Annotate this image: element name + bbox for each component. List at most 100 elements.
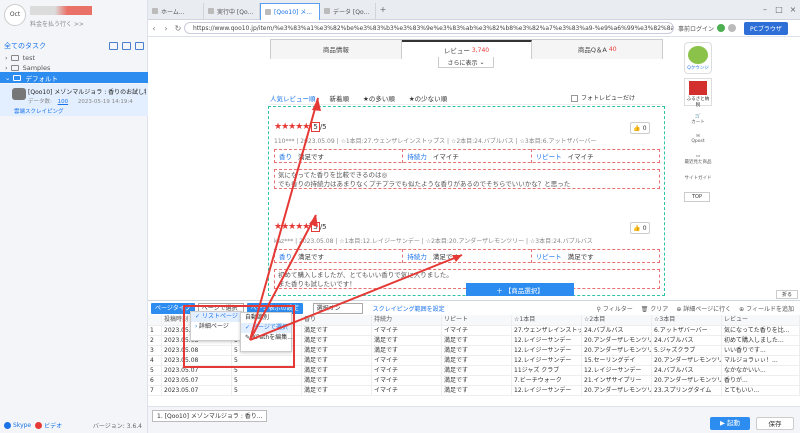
clear-button[interactable]: 🗑 クリア bbox=[641, 304, 669, 313]
tree-label: デフォルト bbox=[25, 74, 58, 83]
save-button[interactable]: 保存 bbox=[756, 417, 794, 430]
column-header[interactable] bbox=[148, 315, 162, 325]
add-task-icon[interactable] bbox=[122, 42, 131, 50]
browser-tab-bar: ホーム... 実行中 [Qo... [Qoo10] メ... データ [Qo..… bbox=[148, 0, 800, 20]
close-icon[interactable]: × bbox=[786, 5, 800, 14]
all-tasks-label[interactable]: 全てのタスク bbox=[4, 41, 46, 51]
url-input[interactable]: https://www.qoo10.jp/item/%e3%83%a1%e3%8… bbox=[184, 22, 674, 34]
task-title: [Qoo10] メゾンマルジョラ : 香りのお試し特... bbox=[28, 89, 146, 96]
table-cell: 15.セーリングデイ bbox=[582, 356, 652, 365]
task-item[interactable]: [Qoo10] メゾンマルジョラ : 香りのお試し特... データ数: 100 … bbox=[0, 84, 148, 116]
task-tab[interactable]: 1. [Qoo10] メゾンマルジョラ : 香り... bbox=[152, 410, 268, 422]
clear-label: クリア bbox=[650, 305, 669, 313]
table-cell: 5.ジャズクラブ bbox=[652, 346, 722, 355]
filter-button[interactable]: ⚲ フィルター bbox=[597, 304, 633, 313]
import-icon[interactable] bbox=[135, 42, 144, 50]
pre-login-button[interactable]: 事前ログイン bbox=[678, 24, 714, 33]
review-score: 5 bbox=[311, 122, 320, 132]
show-more-button[interactable]: さらに表示 ⌄ bbox=[438, 57, 494, 68]
browser-tab[interactable]: 実行中 [Qo... bbox=[204, 2, 260, 20]
column-header[interactable]: レビュー bbox=[722, 315, 800, 325]
attr-value: 満足です bbox=[298, 253, 324, 261]
sort-most-stars[interactable]: ★の多い順 bbox=[363, 93, 395, 103]
table-cell: 気になってた香りを比... bbox=[722, 326, 800, 335]
forward-icon[interactable]: › bbox=[160, 24, 172, 33]
back-to-top-button[interactable]: TOP bbox=[684, 192, 710, 202]
like-button[interactable]: 👍 0 bbox=[630, 222, 650, 234]
review-text-line: でも香りの持続力はあまりなくプチプラでも似たような香りがあるのでそちらでいいかな… bbox=[278, 180, 571, 188]
settings-icon[interactable] bbox=[728, 24, 737, 32]
fold-label: 折る bbox=[781, 292, 792, 298]
select-mode-dropdown[interactable]: 選択オン bbox=[312, 302, 363, 314]
browser-tab[interactable]: データ [Qo... bbox=[320, 2, 376, 20]
like-button[interactable]: 👍 0 bbox=[630, 122, 650, 134]
table-cell: イマイチ bbox=[372, 386, 442, 395]
sort-least-stars[interactable]: ★の少ない順 bbox=[409, 93, 447, 103]
robot-icon bbox=[12, 88, 26, 100]
table-cell: 20.アンダーザレモンツリー bbox=[584, 386, 652, 395]
qpost-widget[interactable]: ✉ Qpost bbox=[682, 134, 714, 144]
table-cell: 満足です bbox=[302, 376, 372, 385]
maximize-icon[interactable]: □ bbox=[772, 5, 786, 14]
new-tab-icon[interactable]: + bbox=[376, 5, 390, 14]
qoo10-lounge-widget[interactable]: Qクウンジ bbox=[684, 42, 712, 74]
cloud-scrape-link[interactable]: 雲端スクレイピング bbox=[14, 107, 64, 115]
video-icon bbox=[35, 422, 43, 429]
tree-item-default[interactable]: ⌄ デフォルト bbox=[0, 72, 148, 83]
sort-popular[interactable]: 人気レビュー順 bbox=[270, 93, 316, 103]
table-cell: イマイチ bbox=[372, 376, 442, 385]
browser-tab-active[interactable]: [Qoo10] メ... bbox=[260, 2, 320, 20]
home-icon bbox=[152, 8, 158, 14]
star-rating: ★★★★★ bbox=[274, 122, 310, 132]
tab-label: 商品Q＆A bbox=[577, 46, 607, 54]
attr-repeat: リピート イマイチ bbox=[530, 149, 660, 163]
cart-widget[interactable]: 🛒 カート bbox=[682, 114, 714, 125]
column-header[interactable]: ☆1本目 bbox=[512, 315, 582, 325]
recent-widget[interactable]: ▭ 最近見た商品 bbox=[682, 154, 714, 165]
column-header[interactable]: リピート bbox=[442, 315, 512, 325]
table-cell: 12.レイジーサンデー bbox=[512, 356, 582, 365]
tab-reviews[interactable]: レビュー 3,740 bbox=[401, 39, 533, 59]
table-cell: 24.バブルバス bbox=[582, 326, 652, 335]
table-cell: 満足です bbox=[302, 386, 372, 395]
reload-icon[interactable]: ↻ bbox=[172, 24, 184, 33]
skype-link[interactable]: Skype bbox=[13, 422, 31, 429]
user-name-blurred bbox=[30, 6, 92, 15]
table-cell: 満足です bbox=[372, 346, 442, 355]
scrape-range-link[interactable]: スクレイピング範囲を設定 bbox=[373, 304, 445, 313]
sort-newest[interactable]: 新着順 bbox=[330, 93, 350, 103]
furusato-widget[interactable]: ふるさと納税 bbox=[684, 78, 712, 108]
tree-label: test bbox=[22, 53, 36, 62]
run-button[interactable]: ▶ 起動 bbox=[710, 417, 750, 430]
data-count-link[interactable]: 100 bbox=[58, 99, 69, 105]
add-field-label: フィールドを追加 bbox=[746, 305, 794, 313]
fold-button[interactable]: 折る bbox=[776, 290, 798, 299]
select-product-bar[interactable]: ＋ 【商品選択】 bbox=[466, 283, 574, 296]
detail-page-button[interactable]: ⊕ 詳細ページに行く bbox=[676, 304, 731, 313]
tab-qa[interactable]: 商品Q＆A 40 bbox=[532, 39, 663, 59]
product-tabs: 商品情報 レビュー 3,740 商品Q＆A 40 bbox=[270, 39, 663, 59]
video-link[interactable]: ビデオ bbox=[44, 421, 62, 430]
table-cell: 満足です bbox=[302, 326, 372, 335]
new-folder-icon[interactable] bbox=[109, 42, 118, 50]
table-cell: 24.バブルバス bbox=[652, 366, 722, 375]
column-header[interactable]: ☆3本目 bbox=[652, 315, 722, 325]
minimize-icon[interactable]: – bbox=[758, 5, 772, 14]
browser-tab[interactable]: ホーム... bbox=[148, 2, 204, 20]
back-icon[interactable]: ‹ bbox=[148, 24, 160, 33]
table-cell: マルジョラぃぃ！... bbox=[722, 356, 800, 365]
column-header[interactable]: 香り bbox=[302, 315, 372, 325]
tab-product-info[interactable]: 商品情報 bbox=[271, 39, 402, 59]
guide-widget[interactable]: サイトガイド bbox=[682, 175, 714, 181]
column-header[interactable]: ☆2本目 bbox=[582, 315, 652, 325]
photo-only-checkbox[interactable]: フォトレビューだけ bbox=[570, 93, 649, 102]
extension-icon[interactable] bbox=[717, 24, 726, 32]
web-page: 商品情報 レビュー 3,740 商品Q＆A 40 さらに表示 ⌄ 人気レビュー順 新… bbox=[148, 37, 748, 296]
tab-label: 商品情報 bbox=[322, 46, 349, 54]
table-cell: 2 bbox=[148, 336, 162, 345]
subscription-link[interactable]: 料金を払う行く >> bbox=[30, 19, 84, 28]
table-cell: イマイチ bbox=[442, 326, 512, 335]
column-header[interactable]: 持続力 bbox=[372, 315, 442, 325]
add-field-button[interactable]: ⊕ フィールドを追加 bbox=[739, 304, 794, 313]
pc-browser-button[interactable]: PCブラウザ bbox=[744, 21, 788, 35]
